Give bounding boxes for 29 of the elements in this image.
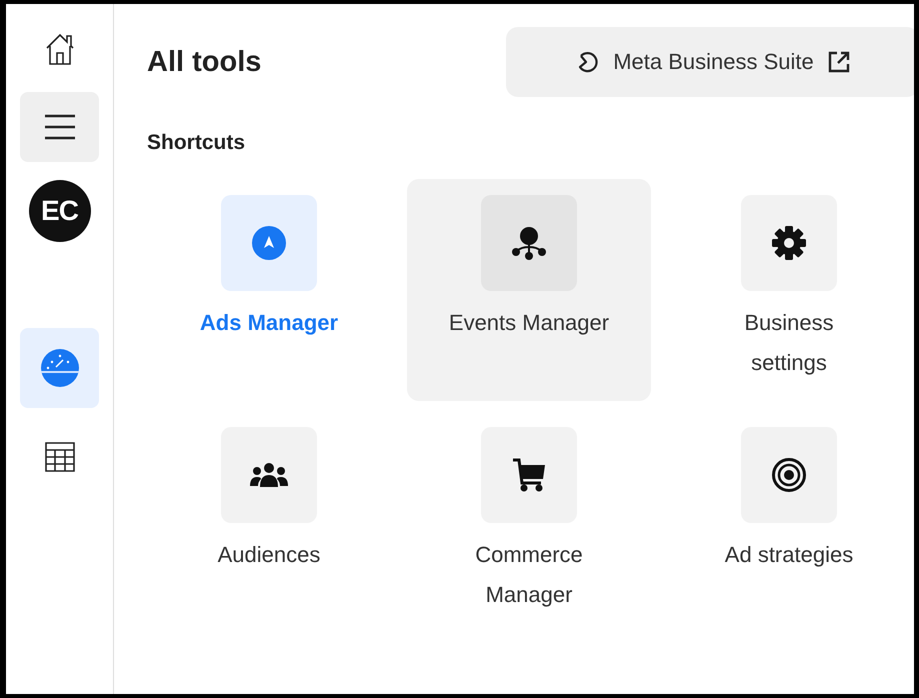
tool-label: Commerce Manager <box>474 541 584 609</box>
tool-tile[interactable]: Ads Manager <box>147 179 391 401</box>
tool-label: Audiences <box>216 541 322 569</box>
external-link-icon <box>828 51 850 73</box>
home-icon <box>44 32 76 66</box>
avatar-logo: EC <box>28 180 90 242</box>
nodes-icon <box>511 225 547 261</box>
people-icon <box>249 462 289 488</box>
tool-tile[interactable]: Audiences <box>147 427 391 627</box>
tool-label: Business settings <box>743 309 835 377</box>
target-icon <box>771 457 807 493</box>
menu-icon <box>44 114 76 140</box>
navigation-icon <box>252 226 286 260</box>
tool-label: Ads Manager <box>200 309 338 337</box>
gear-icon <box>772 226 806 260</box>
page-title: All tools <box>147 46 262 78</box>
sidebar-item[interactable] <box>20 92 99 162</box>
gauge-icon <box>40 348 80 388</box>
tool-tile[interactable]: Events Manager <box>407 179 651 401</box>
tool-tile[interactable]: Business settings <box>667 179 911 401</box>
table-icon <box>44 442 74 472</box>
sidebar-item[interactable]: EC <box>20 174 99 248</box>
tool-tile[interactable]: Ad strategies <box>667 427 911 627</box>
tool-label: Ad strategies <box>724 541 854 569</box>
business-suite-button[interactable]: Meta Business Suite <box>506 27 914 97</box>
cart-icon <box>512 457 546 493</box>
section-heading: Shortcuts <box>147 131 246 155</box>
tool-tile[interactable]: Commerce Manager <box>407 427 651 627</box>
tool-label: Events Manager <box>448 309 610 337</box>
